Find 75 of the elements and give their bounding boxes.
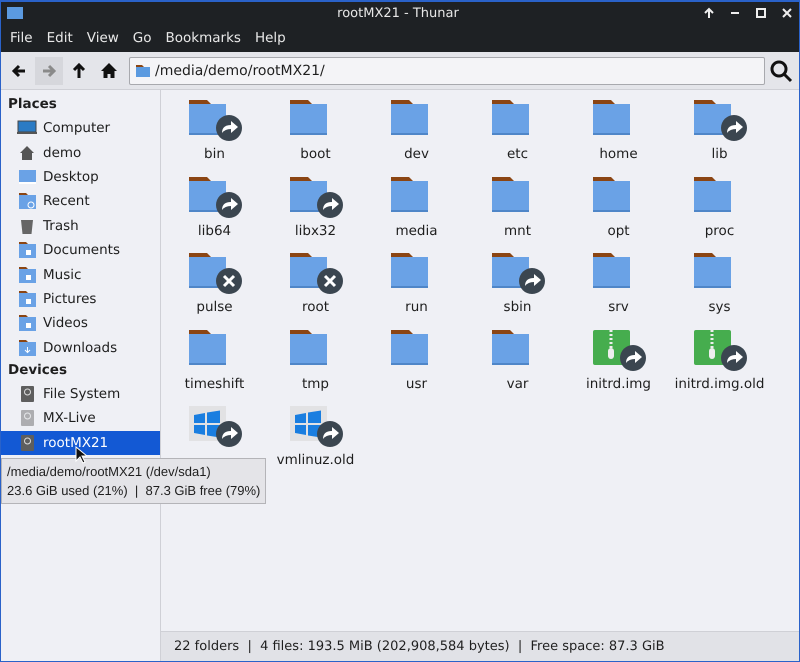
archive-link-icon	[692, 328, 748, 372]
file-name[interactable]: tmp	[302, 376, 329, 392]
sidebar-item[interactable]: MX-Live	[1, 406, 160, 431]
tooltip-line: /media/demo/rootMX21 (/dev/sda1)	[7, 463, 212, 481]
folder-icon	[17, 240, 37, 260]
tooltip-line: 23.6 GiB used (21%) | 87.3 GiB free (79%)	[7, 482, 260, 500]
menu-item[interactable]: Bookmarks	[158, 30, 248, 46]
recent-icon	[17, 191, 37, 212]
file-name[interactable]: lib64	[198, 222, 232, 238]
sidebar-item[interactable]: Recent	[1, 189, 160, 214]
folder-icon	[17, 264, 37, 285]
menu-item[interactable]: View	[80, 30, 126, 46]
folder-broken-link-icon	[288, 251, 344, 295]
file-name[interactable]: sys	[708, 299, 731, 315]
sidebar-item[interactable]: Desktop	[1, 164, 160, 190]
menu-item[interactable]: File	[3, 30, 40, 46]
file-name[interactable]: sbin	[504, 299, 532, 315]
home-icon	[99, 60, 119, 80]
folder-icon	[136, 64, 150, 76]
file-name[interactable]: srv	[608, 299, 629, 315]
menu-item[interactable]: Edit	[40, 30, 80, 46]
file-name[interactable]: vmlinuz.old	[276, 452, 354, 468]
file-name[interactable]: dev	[404, 146, 429, 162]
download-icon	[17, 338, 37, 358]
status-bar: 22 folders | 4 files: 193.5 MiB (202,908,584 bytes) | Free space: 87.3 GiB	[161, 631, 799, 661]
file-name[interactable]: run	[405, 299, 428, 315]
file-name[interactable]: root	[302, 299, 330, 315]
close-icon[interactable]	[781, 7, 793, 19]
folder-link-icon	[186, 174, 242, 218]
file-name[interactable]: usr	[406, 376, 428, 392]
section-heading: Places	[7, 95, 58, 114]
sidebar-item[interactable]: Documents	[1, 238, 160, 262]
section-heading: Devices	[7, 360, 68, 380]
file-name[interactable]: etc	[506, 146, 528, 162]
sidebar-item[interactable]: rootMX21	[1, 430, 160, 456]
sidebar-item[interactable]: Videos	[1, 311, 160, 336]
windows-file-link-icon	[288, 404, 344, 448]
sidebar-item[interactable]: Downloads	[1, 336, 160, 360]
sidebar-item[interactable]: File System	[1, 382, 160, 406]
file-name[interactable]: libx32	[294, 222, 336, 238]
folder-icon	[17, 288, 37, 309]
folder-link-icon	[288, 174, 344, 218]
sidebar-item[interactable]: Pictures	[1, 286, 160, 312]
maximize-icon[interactable]	[755, 7, 767, 19]
file-name[interactable]: boot	[300, 146, 331, 162]
file-name[interactable]: media	[395, 222, 438, 238]
file-name[interactable]: lib	[711, 146, 728, 162]
keep-above-icon[interactable]	[703, 7, 715, 19]
menu-item[interactable]: Go	[126, 30, 159, 46]
archive-link-icon	[590, 328, 646, 372]
file-name[interactable]: initrd.img	[586, 376, 651, 392]
sidebar-item[interactable]: Trash	[1, 214, 160, 238]
file-name[interactable]: bin	[204, 146, 225, 162]
sidebar-item[interactable]: demo	[1, 140, 160, 165]
windows-file-link-icon	[186, 404, 242, 448]
file-name[interactable]: var	[506, 376, 528, 392]
window-title: rootMX21 - Thunar	[337, 6, 459, 20]
file-name[interactable]: proc	[704, 222, 734, 238]
folder-link-icon	[490, 251, 546, 295]
file-name[interactable]: initrd.img.old	[674, 376, 764, 392]
file-name[interactable]: timeshift	[184, 376, 244, 392]
menu-item[interactable]: Help	[248, 30, 293, 46]
file-name[interactable]: home	[599, 146, 638, 162]
sidebar-item[interactable]: Music	[1, 262, 160, 287]
folder-link-icon	[186, 98, 242, 142]
folder-icon	[17, 313, 37, 334]
file-name[interactable]: opt	[607, 222, 630, 238]
file-name[interactable]: mnt	[504, 222, 531, 238]
folder-icon	[7, 6, 23, 20]
folder-broken-link-icon	[186, 251, 242, 295]
mouse-pointer-icon	[75, 446, 87, 464]
folder-link-icon	[692, 98, 748, 142]
file-name[interactable]: pulse	[196, 299, 233, 315]
location-field[interactable]: /media/demo/rootMX21/	[129, 56, 765, 84]
sidebar-item[interactable]: Computer	[1, 116, 160, 140]
